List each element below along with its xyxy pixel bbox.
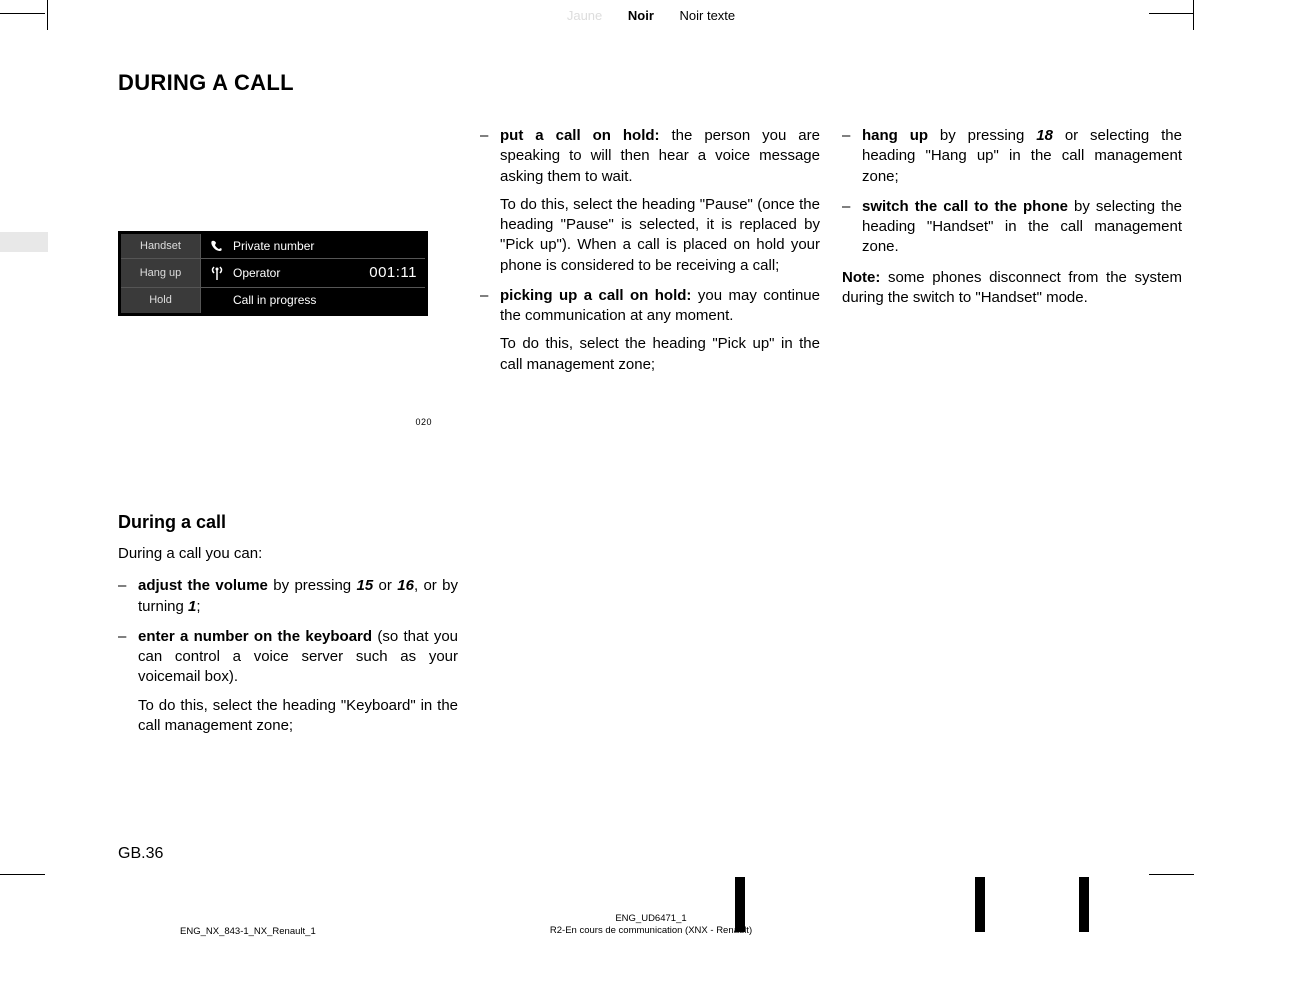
body-text: by pressing — [928, 127, 1036, 144]
device-call-timer: 001:11 — [369, 263, 417, 283]
note-body: some phones disconnect from the system d… — [842, 269, 1182, 306]
color-jaune: Jaune — [567, 8, 602, 23]
crop-mark — [1149, 874, 1194, 875]
list-item: hang up by pressing 18 or selecting the … — [842, 126, 1182, 187]
footer-code-line2: R2-En cours de communication (XNX - Rena… — [0, 925, 1302, 937]
list-item: picking up a call on hold: you may conti… — [480, 286, 820, 375]
device-text-operator: Operator — [233, 265, 361, 281]
body-text: by pressing — [268, 577, 357, 594]
device-btn-hold: Hold — [121, 288, 201, 312]
control-ref: 16 — [397, 577, 414, 594]
color-noir-texte: Noir texte — [680, 8, 736, 23]
device-text-private: Private number — [233, 238, 417, 254]
note-label: Note: — [842, 269, 880, 286]
column-3: hang up by pressing 18 or selecting the … — [842, 126, 1182, 746]
device-btn-hangup: Hang up — [121, 259, 201, 287]
list-item: switch the call to the phone by selectin… — [842, 197, 1182, 258]
list-item: adjust the volume by pressing 15 or 16, … — [118, 576, 458, 617]
device-row-hangup: Hang up Operator 001:11 — [121, 258, 425, 287]
bold-text: adjust the volume — [138, 577, 268, 594]
follow-text: To do this, select the heading "Pick up"… — [500, 334, 820, 375]
device-btn-handset: Handset — [121, 234, 201, 258]
intro-text: During a call you can: — [118, 544, 458, 564]
device-row-hold: Hold Call in progress — [121, 287, 425, 312]
footer-center-code: ENG_UD6471_1 R2-En cours de communicatio… — [0, 913, 1302, 937]
crop-mark — [0, 874, 45, 875]
column-1: Handset Private number Hang up — [118, 126, 458, 746]
page-number: GB.36 — [118, 845, 163, 863]
page-content: DURING A CALL Handset Private number — [118, 70, 1184, 746]
list-item: enter a number on the keyboard (so that … — [118, 627, 458, 736]
device-row-handset: Handset Private number — [121, 234, 425, 258]
section-subhead: During a call — [118, 510, 458, 534]
image-reference-code: 020 — [118, 416, 432, 428]
control-ref: 18 — [1036, 127, 1053, 144]
note-paragraph: Note: some phones disconnect from the sy… — [842, 268, 1182, 309]
phone-handset-icon — [209, 240, 225, 252]
bold-text: put a call on hold: — [500, 127, 660, 144]
follow-text: To do this, select the heading "Pause" (… — [500, 195, 820, 276]
color-noir: Noir — [628, 8, 654, 23]
bold-text: hang up — [862, 127, 928, 144]
footer-code-line1: ENG_UD6471_1 — [0, 913, 1302, 925]
signal-antenna-icon — [209, 266, 225, 280]
bold-text: picking up a call on hold: — [500, 287, 691, 304]
side-tab-marker — [0, 232, 48, 252]
control-ref: 15 — [357, 577, 374, 594]
device-screen: Handset Private number Hang up — [118, 231, 428, 316]
device-text-progress: Call in progress — [233, 292, 417, 308]
body-text: or — [373, 577, 397, 594]
column-2: put a call on hold: the person you are s… — [480, 126, 820, 746]
follow-text: To do this, select the heading "Keyboard… — [138, 696, 458, 737]
list-item: put a call on hold: the person you are s… — [480, 126, 820, 276]
body-text: ; — [196, 598, 200, 615]
header-color-labels: Jaune Noir Noir texte — [0, 8, 1302, 23]
bold-text: switch the call to the phone — [862, 198, 1068, 215]
bold-text: enter a number on the keyboard — [138, 628, 372, 645]
page-title: DURING A CALL — [118, 70, 1184, 96]
